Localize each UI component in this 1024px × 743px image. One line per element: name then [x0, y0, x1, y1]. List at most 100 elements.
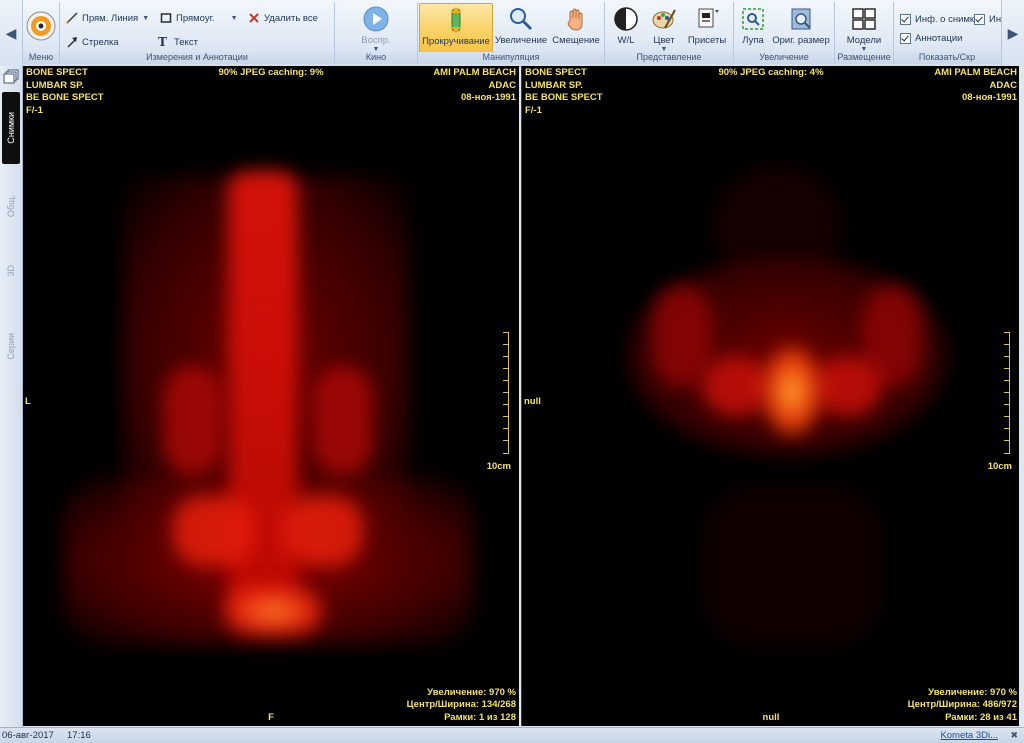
tab-series[interactable]: Серии — [2, 316, 20, 376]
ribbon-scroll-left-button[interactable]: ◀ — [0, 0, 23, 66]
pan-tool-button[interactable]: Смещение — [550, 3, 602, 51]
rect-tool-label: Прямоуг. — [176, 12, 215, 24]
text-tool-label: Текст — [174, 36, 198, 48]
study-date: 08-ноя-1991 — [962, 92, 1017, 103]
app-logo-icon — [26, 11, 56, 41]
scale-ruler: 10cm — [471, 332, 511, 472]
arrow-tool-button[interactable]: Стрелка — [66, 34, 119, 50]
presets-icon — [694, 6, 720, 32]
chevron-left-icon: ◀ — [5, 24, 17, 41]
tab-images-label: Снимки — [6, 112, 16, 144]
ribbon-scroll-right-button[interactable]: ▶ — [1001, 0, 1024, 66]
annotations-toggle[interactable]: Аннотации — [900, 30, 963, 46]
rectangle-icon — [160, 12, 172, 24]
frame-counter: Рамки: 28 из 41 — [945, 711, 1017, 723]
delete-all-label: Удалить все — [264, 12, 318, 24]
ribbon-toolbar: ◀ Меню Прям. Линия ▼ Прямоуг. ▼ Удалить … — [0, 0, 1024, 67]
group-label-presentation: Представление — [605, 52, 733, 64]
status-time: 17:16 — [67, 730, 91, 741]
text-tool-button[interactable]: T Текст — [158, 34, 198, 50]
loupe-label: Лупа — [742, 35, 764, 46]
frame-orientation: F/-1 — [26, 104, 43, 116]
group-manipulation: Прокручивание Увеличение Смещение Манипу… — [418, 2, 605, 64]
right-edge-panel — [1019, 66, 1024, 727]
caret-down-icon: ▼ — [142, 14, 150, 22]
overlay-bottom-right: Увеличение: 970 % Центр/Ширина: 134/268 … — [407, 687, 516, 725]
app-link[interactable]: Kometa 3Di... — [940, 730, 998, 741]
app-menu-button[interactable] — [25, 3, 57, 51]
group-label-show-hide: Показать/Скр — [894, 52, 1000, 64]
scale-ticks — [502, 332, 509, 454]
left-panel-tabs: Снимки Общ. 3D Серии — [0, 66, 23, 727]
play-label: Воспр. — [361, 35, 391, 46]
study-date: 08-ноя-1991 — [461, 92, 516, 103]
study-description: BE BONE SPECT — [26, 92, 104, 103]
play-button[interactable]: Воспр. ▼ — [351, 3, 401, 53]
viewport-left[interactable]: BONE SPECT LUMBAR SP. BE BONE SPECT F/-1… — [23, 66, 519, 726]
presets-label: Присеты — [687, 35, 727, 46]
color-button[interactable]: Цвет ▼ — [647, 3, 681, 53]
line-tool-label: Прям. Линия — [82, 12, 139, 24]
group-label-menu: Меню — [23, 52, 59, 64]
chevron-right-icon: ▶ — [1007, 24, 1019, 41]
group-label-cine: Кино — [335, 52, 417, 64]
orientation-marker-left: null — [524, 396, 541, 407]
line-icon — [66, 12, 78, 24]
scroll-tool-button[interactable]: Прокручивание — [419, 3, 493, 53]
delete-all-button[interactable]: Удалить все — [248, 10, 318, 26]
study-description: BE BONE SPECT — [525, 92, 603, 103]
tab-general[interactable]: Общ. — [2, 176, 20, 236]
close-icon[interactable]: ✖ — [1010, 730, 1018, 741]
zoom-readout: Увеличение: 970 % — [427, 686, 516, 698]
window-level-button[interactable]: W/L — [609, 3, 643, 51]
tab-3d[interactable]: 3D — [2, 256, 20, 286]
color-label: Цвет — [653, 35, 675, 46]
frame-counter: Рамки: 1 из 128 — [444, 711, 516, 723]
manufacturer: ADAC — [989, 79, 1017, 91]
group-label-layout: Размещение — [835, 52, 893, 64]
tab-general-label: Общ. — [6, 194, 16, 218]
models-button[interactable]: Модели ▼ — [841, 3, 887, 53]
window-center-width: Центр/Ширина: 486/972 — [907, 699, 1017, 710]
info2-toggle[interactable]: Ин — [974, 11, 1001, 27]
scale-label: 10cm — [987, 461, 1012, 472]
institution-name: AMI PALM BEACH — [433, 67, 516, 78]
annotations-label: Аннотации — [915, 32, 963, 44]
window-level-label: W/L — [617, 35, 635, 46]
window-center-width: Центр/Ширина: 134/268 — [406, 699, 516, 710]
scroll-tool-label: Прокручивание — [422, 36, 490, 47]
caret-down-icon: ▼ — [230, 14, 238, 22]
viewport-right[interactable]: BONE SPECT LUMBAR SP. BE BONE SPECT F/-1… — [521, 66, 1020, 726]
original-size-button[interactable]: Ориг. размер — [770, 3, 832, 51]
checkbox-checked-icon — [900, 32, 911, 44]
checkbox-checked-icon — [900, 13, 911, 25]
group-presentation: W/L Цвет ▼ Присеты Представление — [605, 2, 734, 64]
arrow-icon — [66, 36, 78, 48]
scale-ticks — [1003, 332, 1010, 454]
group-label-measurements: Измерения и Аннотации — [60, 52, 334, 64]
rect-tool-button[interactable]: Прямоуг. ▼ — [160, 10, 238, 26]
tab-series-label: Серии — [6, 332, 16, 360]
palette-icon — [651, 6, 677, 32]
zoom-tool-button[interactable]: Увеличение — [494, 3, 548, 51]
tab-images[interactable]: Снимки — [2, 92, 20, 164]
pan-tool-label: Смещение — [552, 35, 600, 46]
overlay-top-right: AMI PALM BEACH ADAC 08-ноя-1991 — [934, 67, 1017, 105]
status-bar: 06-авг-2017 17:16 Kometa 3Di... ✖ — [0, 727, 1024, 743]
line-tool-button[interactable]: Прям. Линия ▼ — [66, 10, 149, 26]
scale-ruler: 10cm — [972, 332, 1012, 472]
layers-icon[interactable] — [3, 69, 19, 85]
loupe-icon — [740, 6, 766, 32]
institution-name: AMI PALM BEACH — [934, 67, 1017, 78]
loupe-button[interactable]: Лупа — [738, 3, 768, 51]
status-date: 06-авг-2017 — [2, 730, 54, 741]
study-region: LUMBAR SP. — [525, 79, 583, 91]
overlay-top-right: AMI PALM BEACH ADAC 08-ноя-1991 — [433, 67, 516, 105]
presets-button[interactable]: Присеты — [685, 3, 729, 51]
contrast-icon — [613, 6, 639, 32]
scroll-arrows-icon — [443, 7, 469, 33]
info2-label: Ин — [989, 13, 1002, 25]
group-menu: Меню — [23, 2, 60, 64]
group-cine: Воспр. ▼ Кино — [335, 2, 418, 64]
image-info-toggle[interactable]: Инф. о снимке — [900, 11, 979, 27]
